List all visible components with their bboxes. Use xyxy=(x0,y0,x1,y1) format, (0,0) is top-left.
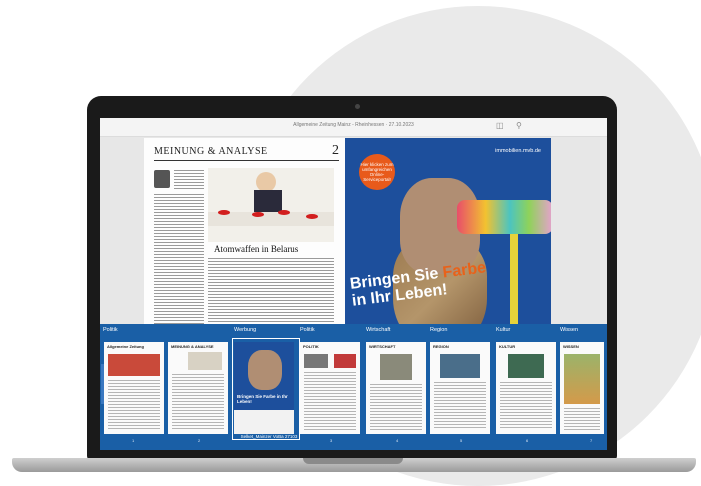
paint-roller-image xyxy=(457,200,551,234)
cartoon-head xyxy=(256,172,276,192)
thumb-photo xyxy=(380,354,412,380)
thumb-title: POLITIK xyxy=(303,344,319,349)
section-label-politik: Politik xyxy=(103,327,118,333)
app-header: Allgemeine Zeitung Mainz - Rheinhessen ·… xyxy=(100,118,607,137)
thumb-photo xyxy=(304,354,328,368)
page-thumbnail-4[interactable]: WIRTSCHAFT xyxy=(366,342,426,434)
thumb-text xyxy=(564,408,600,430)
thumb-ad-footer xyxy=(234,410,294,434)
ad-badge[interactable]: Hier klicken zum umfangreichen Online-Se… xyxy=(359,154,395,190)
thumb-text xyxy=(500,382,552,430)
section-label-werbung: Werbung xyxy=(234,327,257,333)
thumb-title: KULTUR xyxy=(499,344,516,349)
rubric-rule xyxy=(154,160,339,161)
laptop-notch xyxy=(303,458,403,464)
page-thumbnail-6[interactable]: KULTUR xyxy=(496,342,556,434)
app-title: Allgemeine Zeitung Mainz - Rheinhessen ·… xyxy=(293,122,414,128)
thumb-page-number: 5 xyxy=(460,438,463,443)
thumb-page-number: 1 xyxy=(132,438,135,443)
page-thumbnail-strip: ‹ Politik Werbung Politik Wirtschaft Reg… xyxy=(100,324,607,450)
thumb-ad-image xyxy=(248,350,282,390)
thumb-caption: Selket_Mainzer VoBa 27103 xyxy=(240,434,298,439)
red-button xyxy=(306,214,318,219)
red-button xyxy=(218,210,230,215)
thumb-photo xyxy=(108,354,160,376)
author-portrait xyxy=(154,170,170,188)
thumb-photo xyxy=(334,354,356,368)
red-button xyxy=(252,212,264,217)
thumb-text xyxy=(108,380,160,430)
article-headline: Atomwaffen in Belarus xyxy=(214,244,299,254)
cartoon-illustration xyxy=(208,168,334,242)
section-label-wirtschaft: Wirtschaft xyxy=(366,327,391,333)
search-icon[interactable]: ⚲ xyxy=(516,121,522,131)
section-label-wissen: Wissen xyxy=(560,327,579,333)
page-thumbnail-7[interactable]: WISSEN xyxy=(560,342,604,434)
section-rubric: MEINUNG & ANALYSE xyxy=(154,146,268,157)
page-thumbnail-1[interactable]: Allgemeine Zeitung xyxy=(104,342,164,434)
thumb-text xyxy=(304,372,356,430)
thumb-page-number: 7 xyxy=(590,438,593,443)
red-button xyxy=(278,210,290,215)
thumb-page-number: 3 xyxy=(330,438,333,443)
text-column xyxy=(174,170,204,190)
page-number: 2 xyxy=(332,143,339,158)
ad-badge-text: Hier klicken zum umfangreichen Online-Se… xyxy=(360,162,394,182)
section-label-kultur: Kultur xyxy=(496,327,511,333)
thumb-title: Allgemeine Zeitung xyxy=(107,344,144,349)
ad-url[interactable]: immobilien.mvb.de xyxy=(495,148,541,154)
thumb-title: WIRTSCHAFT xyxy=(369,344,396,349)
thumb-page-number: 4 xyxy=(396,438,399,443)
thumb-title: MEINUNG & ANALYSE xyxy=(171,344,214,349)
thumb-photo xyxy=(564,354,600,404)
thumb-photo xyxy=(440,354,480,378)
thumb-text xyxy=(434,382,486,430)
page-thumbnail-ad[interactable]: Bringen Sie Farbe in Ihr Leben! xyxy=(234,342,294,434)
thumb-cartoon xyxy=(188,352,222,370)
thumb-title: WISSEN xyxy=(563,344,579,349)
section-label-politik-2: Politik xyxy=(300,327,315,333)
epaper-screen: Allgemeine Zeitung Mainz - Rheinhessen ·… xyxy=(100,118,607,450)
section-label-region: Region xyxy=(430,327,448,333)
thumb-photo xyxy=(508,354,544,378)
page-thumbnail-2[interactable]: MEINUNG & ANALYSE xyxy=(168,342,228,434)
pages-icon[interactable]: ◫ xyxy=(496,121,504,131)
page-thumbnail-5[interactable]: REGION xyxy=(430,342,490,434)
thumb-ad-slogan: Bringen Sie Farbe in Ihr Leben! xyxy=(237,394,288,404)
page-thumbnail-3[interactable]: POLITIK xyxy=(300,342,360,434)
thumb-text xyxy=(172,374,224,430)
thumb-title: REGION xyxy=(433,344,449,349)
thumb-text xyxy=(370,384,422,430)
thumb-page-number: 6 xyxy=(526,438,529,443)
webcam xyxy=(355,104,360,109)
thumb-page-number: 2 xyxy=(198,438,201,443)
